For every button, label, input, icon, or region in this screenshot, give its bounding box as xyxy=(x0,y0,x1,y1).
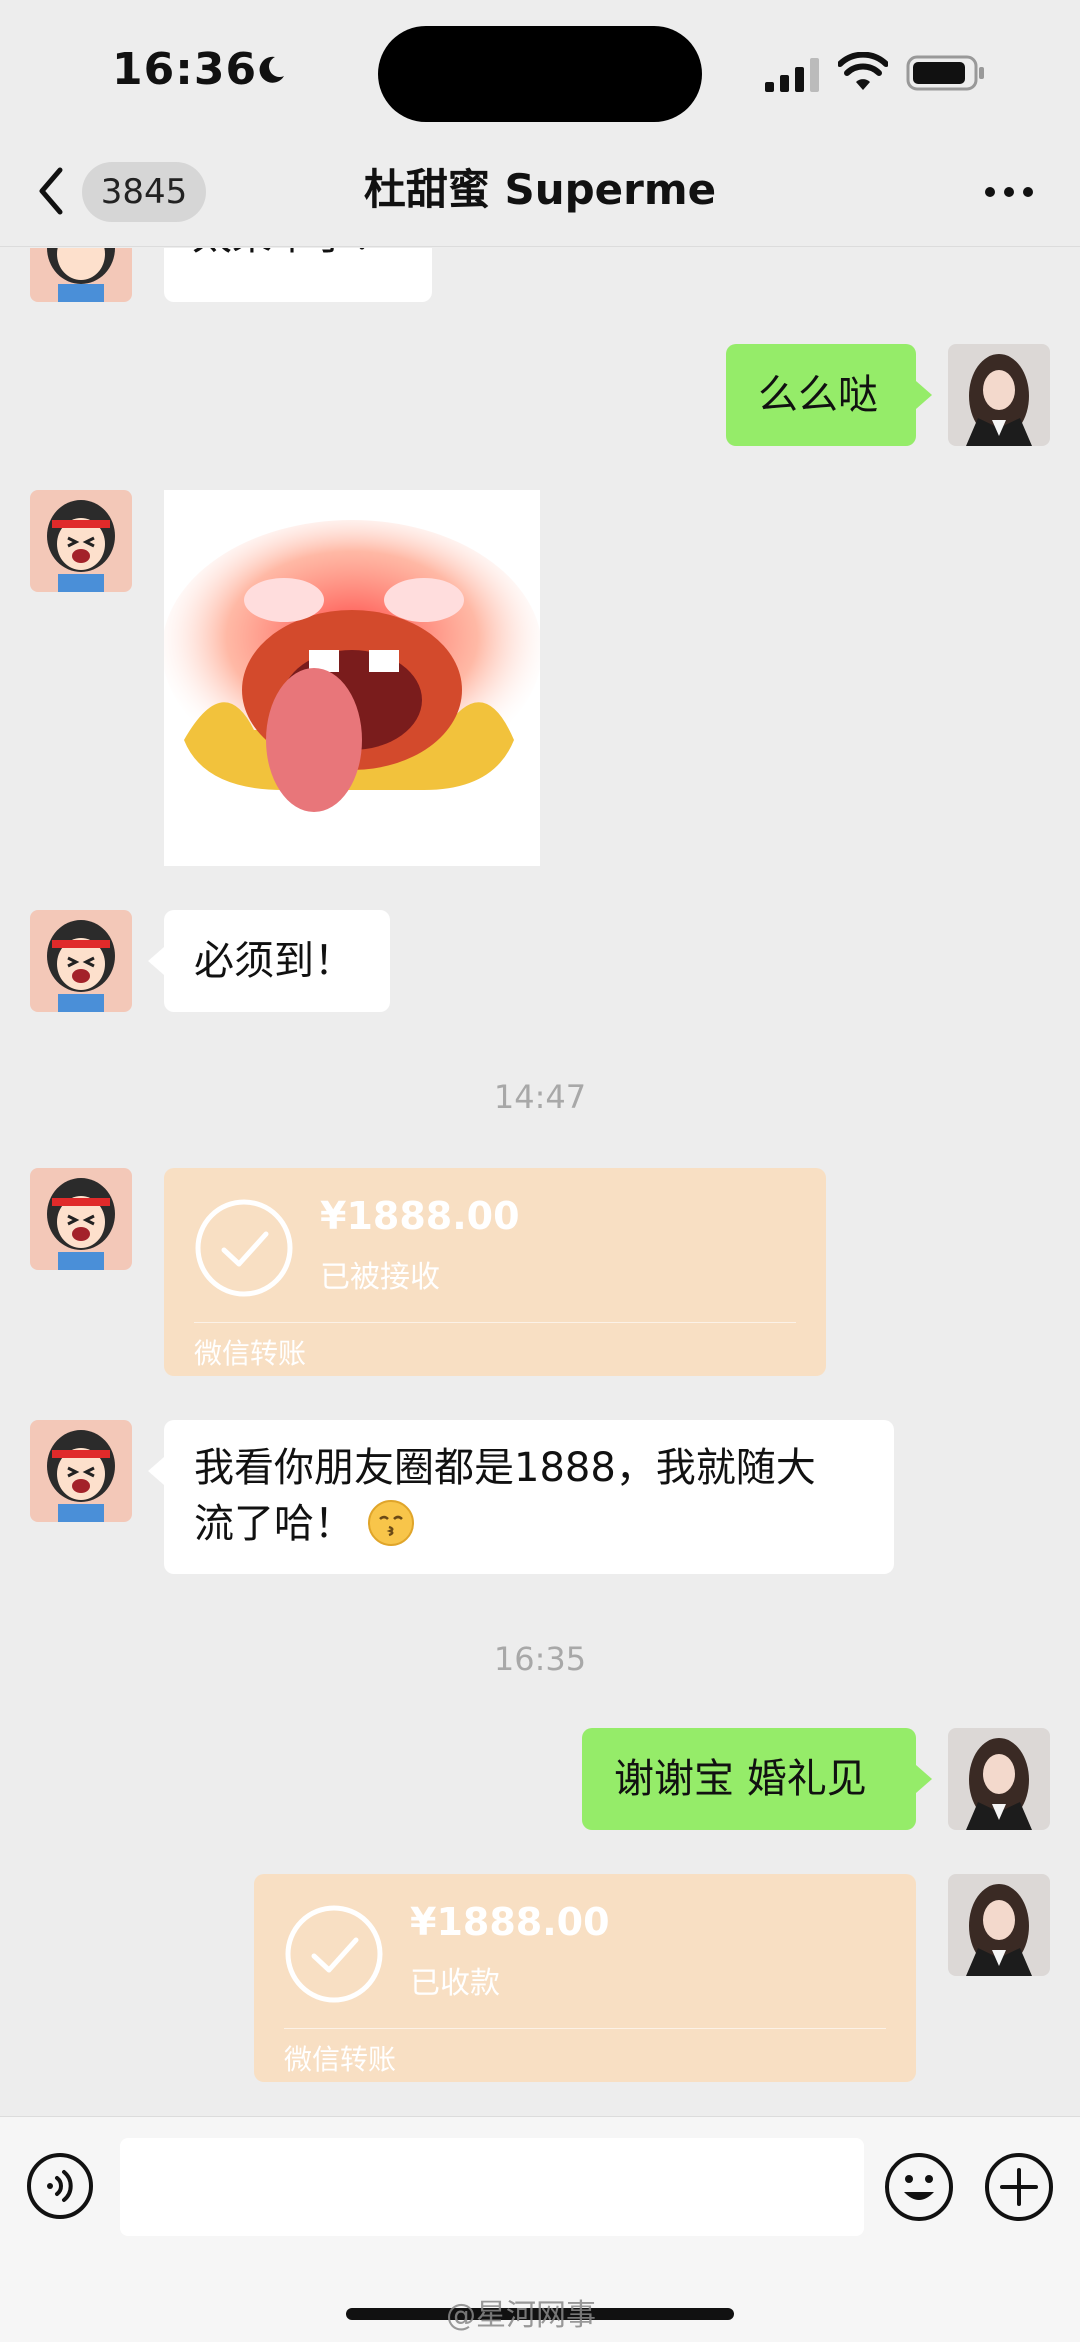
timestamp: 16:35 xyxy=(493,1640,587,1678)
transfer-status: 已收款 xyxy=(410,1966,500,2001)
check-circle-icon xyxy=(195,1199,293,1297)
contact-avatar[interactable] xyxy=(30,1420,132,1522)
bubble-tail xyxy=(148,1457,164,1485)
bubble-tail xyxy=(916,381,932,409)
transfer-amount: ¥1888.00 xyxy=(410,1900,610,1944)
kiss-emoji-icon xyxy=(367,1500,414,1546)
message-text: 流了哈！ xyxy=(194,1501,354,1547)
timestamp: 14:47 xyxy=(493,1078,587,1116)
message-text: 么么哒 xyxy=(758,372,878,418)
emoji-icon[interactable] xyxy=(884,2152,954,2222)
plus-icon[interactable] xyxy=(984,2152,1054,2222)
message-bubble[interactable]: 必须到！ xyxy=(164,910,390,1012)
more-icon[interactable] xyxy=(984,186,1034,198)
dynamic-island xyxy=(378,26,702,122)
status-bar: 16:36 xyxy=(0,0,1080,150)
my-avatar[interactable] xyxy=(948,1874,1050,1976)
battery-icon xyxy=(906,55,984,91)
contact-avatar[interactable] xyxy=(30,910,132,1012)
bubble-tail xyxy=(148,947,164,975)
message-bubble[interactable]: 我看你朋友圈都是1888，我就随大 流了哈！ xyxy=(164,1420,894,1574)
transfer-divider xyxy=(284,2028,886,2029)
chat-title: 杜甜蜜 Superme xyxy=(363,165,717,214)
voice-icon[interactable] xyxy=(26,2152,94,2220)
status-time: 16:36 xyxy=(112,44,258,95)
transfer-footer: 微信转账 xyxy=(284,2043,397,2076)
message-text: 必须到！ xyxy=(194,938,354,984)
transfer-divider xyxy=(194,1322,796,1323)
message-text-line: 我看你朋友圈都是1888，我就随大 xyxy=(194,1445,816,1491)
my-avatar[interactable] xyxy=(948,344,1050,446)
transfer-footer: 微信转账 xyxy=(194,1337,307,1370)
message-bubble-sent[interactable]: 谢谢宝 婚礼见 xyxy=(582,1728,916,1830)
transfer-card[interactable]: ¥1888.00 已被接收 微信转账 xyxy=(164,1168,826,1376)
transfer-status: 已被接收 xyxy=(320,1260,440,1295)
bubble-tail xyxy=(916,1765,932,1793)
transfer-card-sent[interactable]: ¥1888.00 已收款 微信转账 xyxy=(254,1874,916,2082)
message-bubble-sent[interactable]: 么么哒 xyxy=(726,344,916,446)
cellular-signal-icon xyxy=(765,58,819,92)
wifi-icon xyxy=(838,52,888,90)
sticker-image[interactable] xyxy=(162,490,542,866)
check-circle-icon xyxy=(285,1905,383,2003)
my-avatar[interactable] xyxy=(948,1728,1050,1830)
message-text-line: 流了哈！ xyxy=(194,1496,864,1552)
watermark: @星河网事 xyxy=(446,2298,596,2333)
message-text: 谢谢宝 婚礼见 xyxy=(614,1756,867,1802)
moon-icon xyxy=(259,56,284,83)
contact-avatar[interactable] xyxy=(30,1168,132,1270)
message-input[interactable] xyxy=(120,2138,864,2236)
transfer-amount: ¥1888.00 xyxy=(320,1194,520,1238)
contact-avatar[interactable] xyxy=(30,490,132,592)
